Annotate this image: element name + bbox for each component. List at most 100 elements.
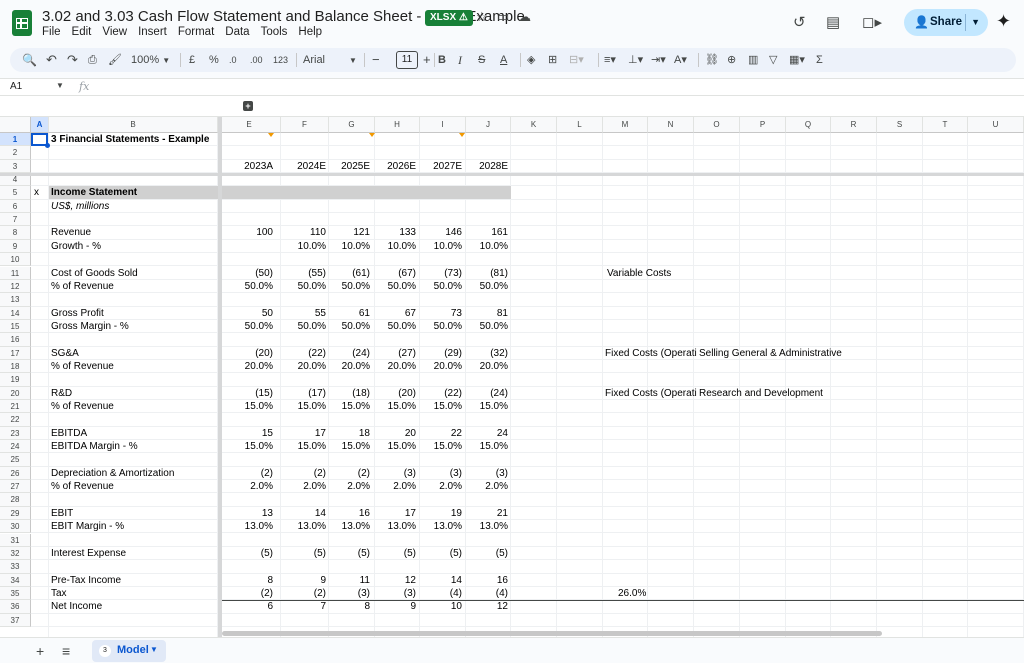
column-header-o[interactable]: O (694, 117, 740, 133)
menu-icon[interactable]: ≡ (62, 643, 70, 659)
row-header[interactable]: 24 (0, 440, 31, 454)
menu-format[interactable]: Format (178, 26, 214, 38)
column-header-p[interactable]: P (740, 117, 786, 133)
menu-tools[interactable]: Tools (261, 26, 288, 38)
row-header[interactable]: 26 (0, 466, 31, 481)
value-cell[interactable]: (2) (213, 587, 273, 600)
value-cell[interactable]: 15.0% (448, 400, 508, 413)
row-label[interactable]: Gross Margin - % (51, 320, 129, 333)
star-icon[interactable]: ☆ (476, 9, 488, 25)
note-cell[interactable]: Variable Costs (607, 267, 671, 280)
value-cell[interactable]: 161 (448, 226, 508, 239)
value-cell[interactable]: 20.0% (213, 360, 273, 373)
comments-icon[interactable]: ▤ (826, 13, 840, 31)
row-header[interactable]: 31 (0, 533, 31, 547)
frozen-column-divider[interactable] (218, 117, 222, 637)
cloud-status-icon[interactable]: ☁ (518, 9, 531, 25)
menu-help[interactable]: Help (298, 26, 322, 38)
row-label[interactable]: % of Revenue (51, 400, 114, 413)
row-label[interactable]: SG&A (51, 347, 79, 360)
row-header[interactable]: 16 (0, 333, 31, 347)
column-header-g[interactable]: G (329, 117, 375, 133)
column-header-k[interactable]: K (511, 117, 557, 133)
row-header[interactable]: 30 (0, 520, 31, 534)
note-cell[interactable]: Selling General & Administrative (699, 347, 842, 360)
column-header-h[interactable]: H (375, 117, 420, 133)
chevron-down-icon[interactable]: ▼ (56, 81, 64, 90)
row-header[interactable]: 10 (0, 253, 31, 267)
row-label[interactable]: 3 Financial Statements - Example (51, 133, 209, 146)
fill-color-icon[interactable]: ◈ (527, 52, 535, 68)
row-header[interactable]: 33 (0, 560, 31, 574)
menu-data[interactable]: Data (225, 26, 249, 38)
expand-group-button[interactable]: + (243, 101, 253, 111)
row-header[interactable]: 6 (0, 199, 31, 214)
row-header[interactable]: 27 (0, 480, 31, 494)
chevron-down-icon[interactable]: ▼ (150, 645, 158, 654)
column-header-n[interactable]: N (648, 117, 694, 133)
decrease-font-size-button[interactable]: − (372, 52, 380, 68)
row-header[interactable]: 1 (0, 133, 31, 147)
select-all-corner[interactable] (0, 117, 31, 133)
row-label[interactable]: Gross Profit (51, 307, 104, 320)
menu-edit[interactable]: Edit (72, 26, 92, 38)
row-label[interactable]: EBITDA (51, 427, 87, 440)
column-header-i[interactable]: I (420, 117, 466, 133)
row-header[interactable]: 25 (0, 453, 31, 467)
insert-link-icon[interactable]: ⛓ (705, 52, 719, 68)
value-cell[interactable]: (24) (448, 387, 508, 400)
value-cell[interactable]: 8 (213, 574, 273, 587)
file-type-badge[interactable]: XLSX ⚠ (425, 10, 473, 26)
redo-icon[interactable]: ↷ (67, 52, 78, 68)
increase-decimal-button[interactable]: .00 (250, 52, 263, 68)
row-label[interactable]: EBIT (51, 507, 73, 520)
value-cell[interactable]: (4) (448, 587, 508, 600)
value-cell[interactable]: 50.0% (213, 280, 273, 293)
horizontal-align-icon[interactable]: ≡▾ (604, 52, 616, 68)
row-label[interactable]: R&D (51, 387, 72, 400)
value-cell[interactable]: 50.0% (448, 280, 508, 293)
value-cell[interactable]: 15 (213, 427, 273, 440)
value-cell[interactable]: 100 (213, 226, 273, 239)
gemini-icon[interactable]: ✦ (996, 11, 1011, 32)
note-cell[interactable]: 26.0% (618, 587, 646, 600)
value-cell[interactable]: 15.0% (448, 440, 508, 453)
column-header-f[interactable]: F (281, 117, 329, 133)
value-cell[interactable]: 16 (448, 574, 508, 587)
value-cell[interactable]: 50.0% (213, 320, 273, 333)
paint-format-icon[interactable]: 🖌 (108, 52, 122, 68)
percent-format-button[interactable]: % (209, 52, 219, 68)
column-header-m[interactable]: M (603, 117, 648, 133)
comment-marker[interactable] (369, 133, 375, 137)
value-cell[interactable]: 13.0% (448, 520, 508, 533)
undo-icon[interactable]: ↶ (46, 52, 57, 68)
row-header[interactable]: 9 (0, 239, 31, 254)
bold-button[interactable]: B (438, 52, 446, 68)
row-label[interactable]: Growth - % (51, 240, 101, 253)
column-header-t[interactable]: T (923, 117, 968, 133)
row-header[interactable]: 19 (0, 373, 31, 387)
increase-font-size-button[interactable]: + (423, 52, 431, 68)
value-cell[interactable]: 15.0% (213, 400, 273, 413)
value-cell[interactable]: 50.0% (448, 320, 508, 333)
row-label[interactable]: EBITDA Margin - % (51, 440, 138, 453)
column-header-r[interactable]: R (831, 117, 877, 133)
menu-view[interactable]: View (102, 26, 127, 38)
note-cell[interactable]: Fixed Costs (Operati (605, 387, 697, 400)
search-menus-icon[interactable]: 🔍 (22, 52, 37, 68)
share-button[interactable]: 👤 Share ▼ (904, 9, 988, 36)
zoom-select[interactable]: 100% ▼ (131, 52, 170, 69)
row-header[interactable]: 8 (0, 226, 31, 240)
row-label[interactable]: % of Revenue (51, 360, 114, 373)
value-cell[interactable]: 50 (213, 307, 273, 320)
column-header-l[interactable]: L (557, 117, 603, 133)
row-header[interactable]: 22 (0, 413, 31, 427)
value-cell[interactable]: 13 (213, 507, 273, 520)
column-header-e[interactable]: E (218, 117, 281, 133)
value-cell[interactable]: 12 (448, 600, 508, 613)
cell-a-marker[interactable]: x (34, 186, 39, 199)
value-cell[interactable]: 6 (213, 600, 273, 613)
filter-views-icon[interactable]: ▦▾ (789, 52, 805, 68)
row-header[interactable]: 7 (0, 213, 31, 227)
horizontal-scrollbar[interactable] (222, 631, 882, 636)
